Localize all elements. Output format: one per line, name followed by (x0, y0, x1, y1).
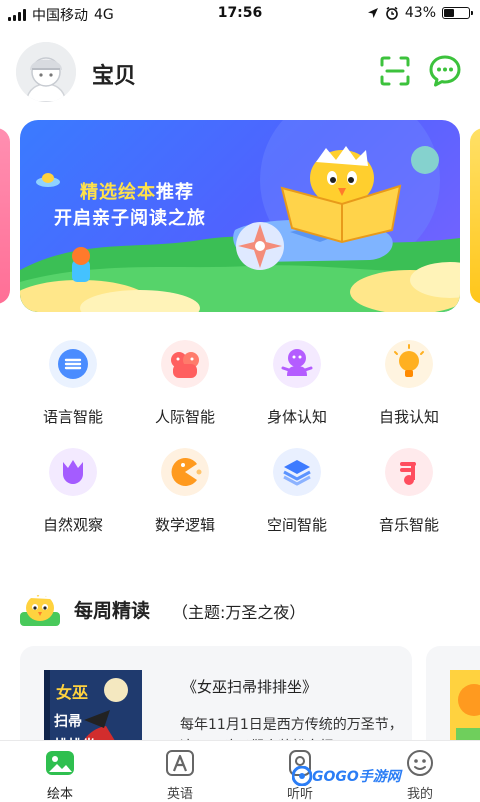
weekly-subtitle: （主题:万圣之夜） (172, 603, 306, 622)
banner-title-rest: 推荐 (156, 182, 194, 203)
banner-subtitle: 开启亲子阅读之旅 (54, 208, 206, 229)
banner-title: 精选绘本推荐 (80, 178, 194, 204)
tulip-icon (49, 448, 97, 496)
category-label: 数学逻辑 (154, 516, 215, 534)
prev-banner-peek[interactable] (0, 128, 10, 304)
weekly-title: 每周精读 (74, 600, 151, 622)
category-label: 人际智能 (154, 408, 215, 426)
category-body[interactable]: 身体认知 (242, 332, 352, 428)
tab-label: 英语 (166, 787, 193, 802)
bottom-tab-bar: 绘本 英语 听听 我的 (0, 740, 480, 802)
pacman-icon (161, 448, 209, 496)
category-label: 自然观察 (42, 516, 103, 534)
location-icon (367, 8, 378, 18)
category-label: 语言智能 (42, 408, 103, 426)
battery-icon (442, 7, 473, 19)
scan-icon[interactable] (378, 54, 412, 88)
category-math[interactable]: 数学逻辑 (130, 440, 240, 536)
status-bar: 中国移动 4G 17:56 43% (0, 0, 480, 28)
category-language[interactable]: 语言智能 (18, 332, 128, 428)
watermark-text: GOGO手游网 (312, 769, 401, 785)
category-self[interactable]: 自我认知 (354, 332, 464, 428)
site-watermark: GOGO手游网 (292, 764, 402, 788)
category-nature[interactable]: 自然观察 (18, 440, 128, 536)
banner-slide[interactable]: 精选绘本推荐 开启亲子阅读之旅 (20, 120, 460, 312)
message-icon[interactable] (428, 54, 462, 88)
next-banner-peek[interactable] (470, 128, 480, 304)
layers-icon (273, 448, 321, 496)
face-icon (407, 750, 433, 776)
svg-text:女巫: 女巫 (56, 683, 88, 702)
battery-percent: 43% (404, 5, 436, 21)
category-music[interactable]: 音乐智能 (354, 440, 464, 536)
username: 宝贝 (92, 64, 137, 89)
profile-header: 宝贝 (0, 40, 480, 104)
people-icon (161, 340, 209, 388)
avatar-kid-icon (16, 42, 76, 102)
speech-bubble-icon (49, 340, 97, 388)
svg-text:扫帚: 扫帚 (54, 713, 82, 730)
book-title: 《女巫扫帚排排坐》 (182, 678, 318, 696)
category-label: 身体认知 (266, 408, 327, 426)
music-note-icon (385, 448, 433, 496)
letter-a-icon (166, 750, 194, 776)
tab-label: 绘本 (46, 787, 73, 802)
weekly-read-header: 每周精读 （主题:万圣之夜） (0, 588, 480, 632)
banner-title-highlight: 精选绘本 (80, 182, 156, 203)
category-label: 自我认知 (378, 408, 439, 426)
avatar[interactable] (16, 42, 76, 102)
banner-carousel[interactable]: 精选绘本推荐 开启亲子阅读之旅 (0, 120, 480, 312)
tab-picture-book[interactable]: 绘本 (0, 741, 120, 802)
body-icon (273, 340, 321, 388)
category-interpersonal[interactable]: 人际智能 (130, 332, 240, 428)
category-space[interactable]: 空间智能 (242, 440, 352, 536)
category-label: 音乐智能 (378, 516, 439, 534)
chick-mascot-icon (20, 591, 60, 626)
alarm-icon (386, 6, 398, 20)
category-label: 空间智能 (266, 516, 327, 534)
watermark-logo-icon (292, 766, 312, 786)
picture-book-icon (46, 751, 74, 775)
bulb-icon (385, 340, 433, 388)
tab-english[interactable]: 英语 (120, 741, 240, 802)
